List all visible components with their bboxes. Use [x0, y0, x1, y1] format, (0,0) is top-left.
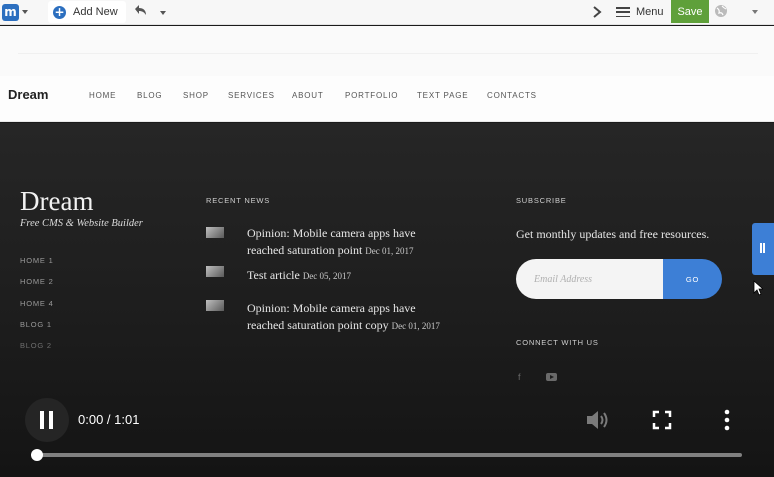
facebook-icon[interactable]: f — [518, 372, 521, 382]
news-item[interactable]: Opinion: Mobile camera apps have reached… — [247, 225, 447, 260]
subscribe-text: Get monthly updates and free resources. — [516, 227, 710, 241]
undo-history-caret-icon[interactable] — [160, 11, 166, 15]
editor-subbar — [0, 26, 774, 76]
subscribe-go-button[interactable]: GO — [663, 259, 722, 299]
add-new-label: Add New — [73, 6, 118, 18]
undo-icon[interactable] — [132, 3, 148, 19]
hamburger-icon — [616, 7, 630, 17]
news-date: Dec 05, 2017 — [302, 271, 352, 281]
news-thumbnail[interactable] — [206, 300, 224, 311]
builder-logo-button[interactable]: m — [2, 2, 30, 22]
footer-brand: Dream — [20, 186, 94, 216]
footer-link-blog-1[interactable]: BLOG 1 — [20, 320, 52, 329]
news-date: Dec 01, 2017 — [365, 246, 414, 256]
nav-item-contacts[interactable]: CONTACTS — [487, 91, 537, 100]
menu-button[interactable]: Menu — [616, 4, 664, 20]
nav-item-about[interactable]: ABOUT — [292, 91, 324, 100]
site-brand[interactable]: Dream — [8, 87, 48, 102]
footer-tagline: Free CMS & Website Builder — [20, 218, 143, 229]
recent-news-heading: RECENT NEWS — [206, 196, 271, 205]
news-thumbnail[interactable] — [206, 227, 224, 238]
footer-link-blog-2[interactable]: BLOG 2 — [20, 341, 52, 350]
news-item[interactable]: Opinion: Mobile camera apps have reached… — [247, 300, 447, 335]
fullscreen-icon[interactable] — [652, 410, 672, 430]
news-title[interactable]: Test article — [247, 268, 300, 282]
screen: m + Add New Menu Save Dream HOME BLOG SH… — [0, 0, 774, 477]
footer-link-home-1[interactable]: HOME 1 — [20, 256, 54, 265]
connect-heading: CONNECT WITH US — [516, 338, 599, 347]
side-panel-tab[interactable] — [752, 223, 774, 275]
footer-link-home-2[interactable]: HOME 2 — [20, 277, 54, 286]
pause-button[interactable] — [25, 398, 69, 442]
video-scrubber-handle[interactable] — [31, 449, 43, 461]
news-title[interactable]: Opinion: Mobile camera apps have reached… — [247, 301, 416, 332]
nav-item-services[interactable]: SERVICES — [228, 91, 275, 100]
nav-item-shop[interactable]: SHOP — [183, 91, 209, 100]
chevron-right-icon[interactable] — [592, 5, 602, 19]
nav-item-text-page[interactable]: TEXT PAGE — [417, 91, 468, 100]
faded-panel — [18, 34, 758, 54]
plus-icon: + — [53, 4, 66, 19]
news-date: Dec 01, 2017 — [391, 321, 440, 331]
nav-item-portfolio[interactable]: PORTFOLIO — [345, 91, 398, 100]
mouse-cursor-icon — [753, 280, 763, 296]
site-header: Dream HOME BLOG SHOP SERVICES ABOUT PORT… — [0, 76, 774, 122]
email-field[interactable] — [516, 259, 664, 299]
globe-icon[interactable] — [714, 4, 728, 18]
more-options-icon[interactable] — [722, 409, 732, 431]
news-item[interactable]: Test article Dec 05, 2017 — [247, 267, 447, 285]
footer-link-home-4[interactable]: HOME 4 — [20, 299, 54, 308]
save-button[interactable]: Save — [671, 0, 709, 23]
add-new-button[interactable]: + Add New — [48, 1, 126, 23]
menu-label: Menu — [636, 6, 664, 18]
news-thumbnail[interactable] — [206, 266, 224, 277]
volume-icon[interactable] — [585, 408, 611, 432]
site-builder-logo-icon: m — [2, 3, 19, 21]
nav-item-home[interactable]: HOME — [89, 91, 116, 100]
nav-item-blog[interactable]: BLOG — [137, 91, 162, 100]
chevron-down-icon — [22, 10, 28, 14]
subscribe-heading: SUBSCRIBE — [516, 196, 567, 205]
video-progress-track[interactable] — [36, 453, 742, 457]
video-time: 0:00 / 1:01 — [78, 412, 140, 427]
chevron-down-icon[interactable] — [752, 10, 758, 14]
editor-toolbar: m + Add New Menu Save — [0, 0, 774, 25]
youtube-icon[interactable] — [546, 373, 557, 381]
